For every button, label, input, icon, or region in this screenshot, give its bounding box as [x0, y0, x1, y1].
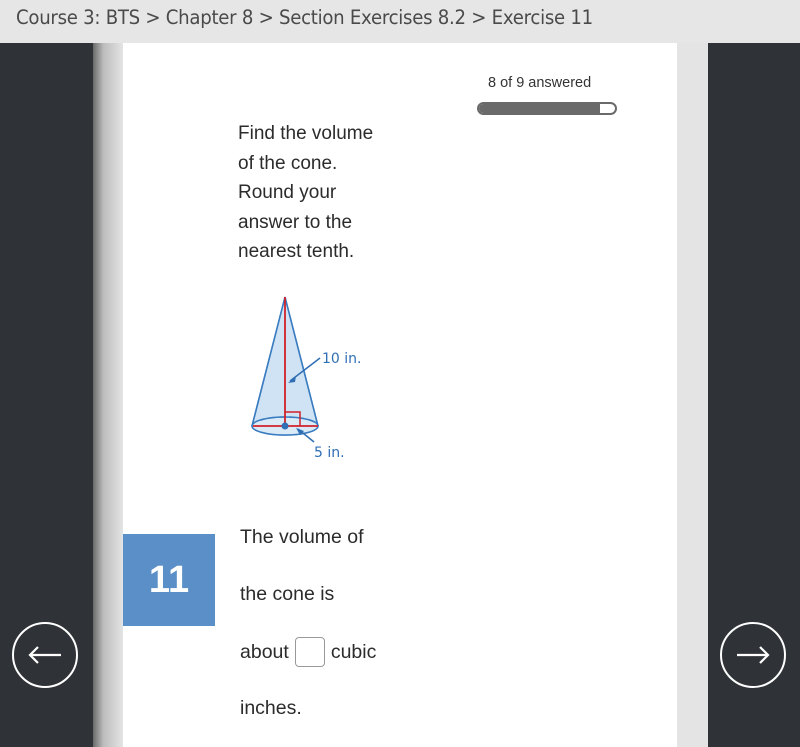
center-point — [281, 422, 289, 430]
prompt-line: of the cone. — [238, 152, 338, 174]
progress-bar — [477, 102, 617, 115]
arrow-right-icon — [737, 646, 770, 664]
cone-figure: 10 in. 5 in. — [251, 296, 361, 461]
progress-bar-fill — [479, 104, 600, 113]
slant-label: 10 in. — [322, 351, 361, 367]
volume-answer-input[interactable] — [294, 637, 325, 667]
answer-input-line: about cubic — [240, 637, 376, 667]
panel-gap — [677, 43, 708, 747]
arrow-left-icon — [28, 646, 61, 664]
question-prompt: Find the volume of the cone. Round your … — [238, 119, 418, 267]
breadcrumb[interactable]: Course 3: BTS > Chapter 8 > Section Exer… — [16, 4, 593, 40]
radius-label: 5 in. — [314, 445, 345, 461]
prompt-line: answer to the — [238, 211, 353, 233]
prompt-line: nearest tenth. — [238, 241, 355, 262]
answer-text-line: inches. — [240, 697, 302, 719]
next-exercise-button[interactable] — [720, 622, 786, 688]
progress-label: 8 of 9 answered — [488, 75, 592, 91]
prompt-line: Round your — [238, 182, 337, 203]
prompt-line: Find the volume — [238, 123, 374, 144]
exercise-number-badge: 11 — [123, 534, 215, 626]
answer-text: cubic — [330, 640, 377, 663]
answer-text-line: The volume of — [240, 526, 364, 548]
answer-text: about — [240, 640, 289, 663]
answer-text-line: the cone is — [240, 583, 335, 605]
previous-exercise-button[interactable] — [12, 622, 78, 688]
panel-shadow — [93, 43, 123, 747]
